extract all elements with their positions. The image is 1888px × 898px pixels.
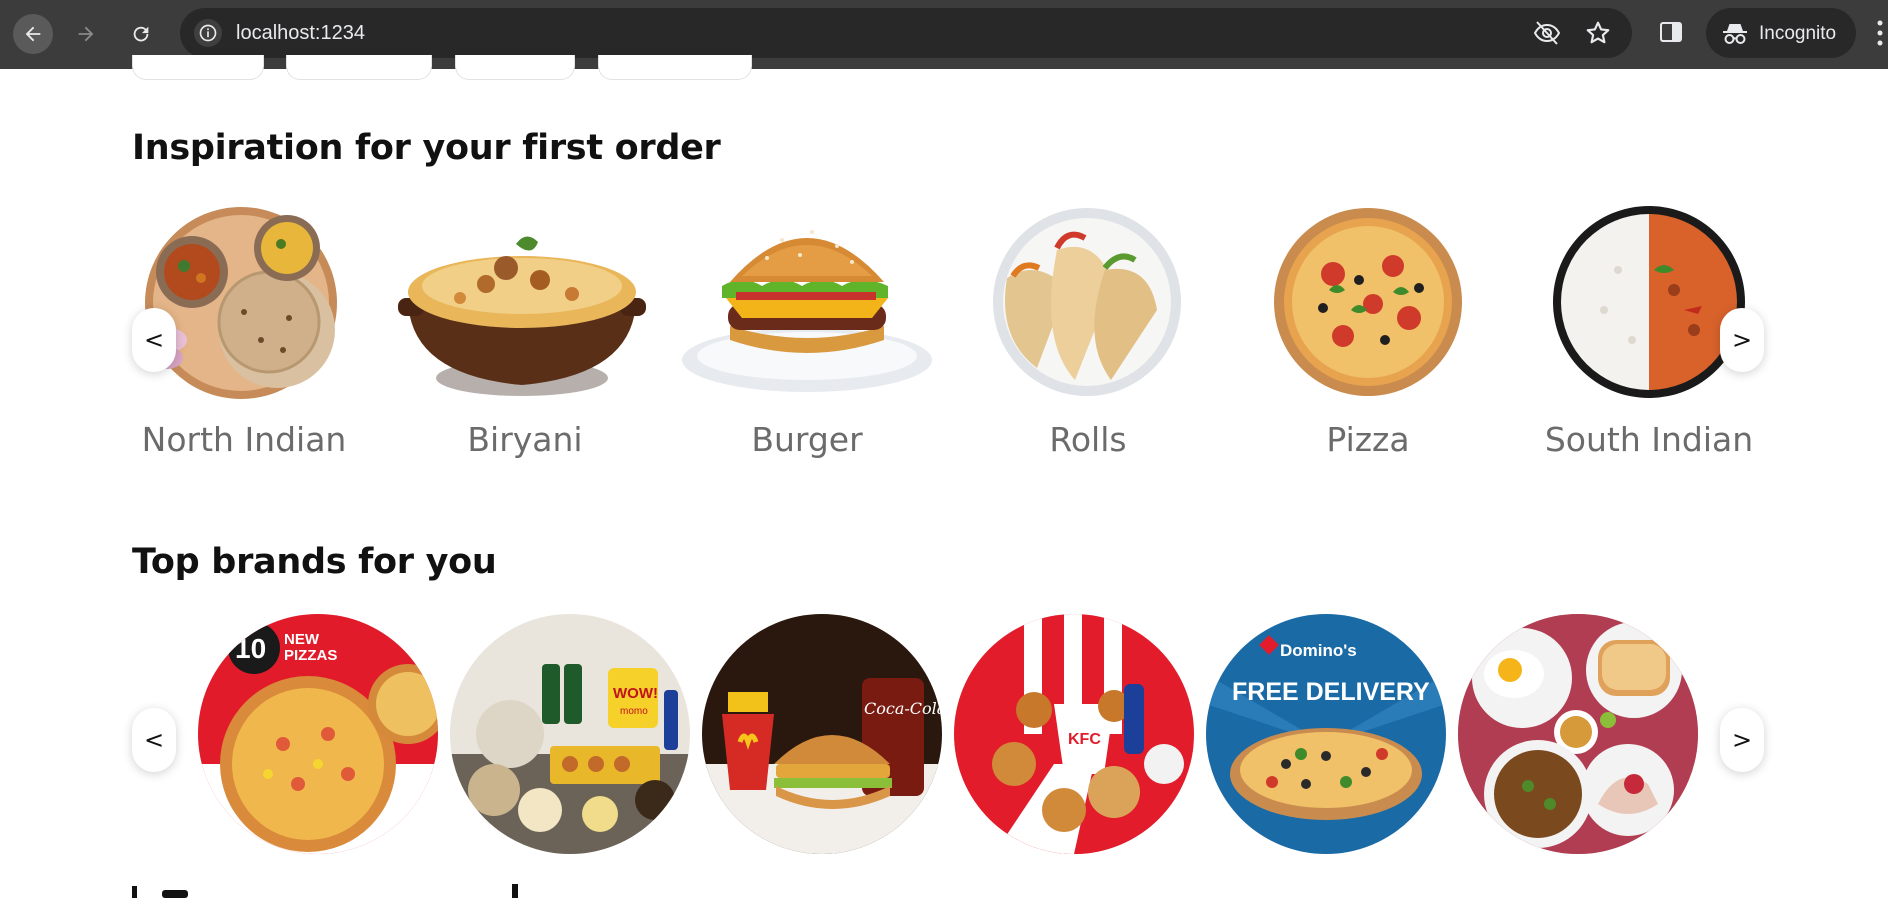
cuisine-pizza[interactable]: Pizza: [1233, 200, 1503, 470]
pizza-hut-badge-number: 10: [235, 633, 266, 664]
inspiration-heading: Inspiration for your first order: [132, 128, 721, 168]
brand-pizza-hut[interactable]: 10 NEW PIZZAS: [198, 614, 438, 854]
back-arrow-icon: [25, 26, 41, 42]
cuisine-label: Pizza: [1326, 420, 1410, 459]
brand-mcdonalds[interactable]: Coca-Cola: [702, 614, 942, 854]
forward-arrow-icon: [78, 26, 94, 42]
cuisine-label: Burger: [751, 420, 863, 459]
browser-toolbar: localhost:1234 Incognito: [0, 0, 1888, 69]
rolls-plate-image: [993, 208, 1181, 396]
brand-wow-momo[interactable]: WOW! momo: [450, 614, 690, 854]
cuisine-burger[interactable]: Burger: [672, 200, 942, 470]
wow-momo-sub: momo: [620, 706, 648, 717]
cuisine-next-button[interactable]: >: [1720, 308, 1764, 372]
pizza-image: [1274, 208, 1462, 396]
cuisine-prev-button[interactable]: <: [132, 308, 176, 372]
reload-button[interactable]: [121, 14, 161, 54]
incognito-indicator[interactable]: Incognito: [1706, 8, 1856, 58]
dominos-promo: FREE DELIVERY: [1232, 678, 1430, 706]
reload-icon: [133, 26, 149, 42]
burger-image: [682, 230, 932, 392]
url-text[interactable]: localhost:1234: [236, 22, 365, 45]
side-panel-icon[interactable]: [1659, 20, 1683, 44]
site-info-icon[interactable]: [194, 19, 222, 47]
menu-dots-icon[interactable]: [1876, 20, 1884, 46]
kfc-bucket-text: KFC: [1068, 731, 1101, 748]
biryani-bowl-image: [398, 236, 646, 396]
dominos-logo: Domino's: [1280, 641, 1357, 660]
pizza-hut-image: 10 NEW PIZZAS: [198, 614, 438, 854]
pizza-hut-badge-line1: NEW: [284, 631, 320, 648]
wow-momo-logo: WOW!: [613, 685, 658, 702]
cuisine-label: Rolls: [1049, 420, 1127, 459]
coke-text: Coca-Cola: [864, 699, 942, 718]
eye-off-icon[interactable]: [1533, 20, 1561, 46]
filter-chip[interactable]: [455, 55, 575, 80]
filter-chip[interactable]: [286, 55, 432, 80]
filter-chip[interactable]: [598, 55, 752, 80]
cuisine-label: Biryani: [467, 420, 583, 459]
mcdonalds-image: Coca-Cola: [702, 614, 942, 854]
filter-chip[interactable]: [132, 55, 264, 80]
address-bar[interactable]: localhost:1234: [180, 8, 1632, 58]
bookmark-star-icon[interactable]: [1585, 20, 1611, 46]
next-section-heading-partial: [132, 878, 552, 898]
back-button[interactable]: [13, 14, 53, 54]
dominos-image: Domino's FREE DELIVERY: [1206, 614, 1446, 854]
incognito-icon: [1723, 24, 1747, 44]
brands-prev-button[interactable]: <: [132, 708, 176, 772]
forward-button[interactable]: [66, 14, 106, 54]
brands-heading: Top brands for you: [132, 542, 497, 582]
breakfast-image: [1458, 614, 1698, 854]
north-indian-thali-image: [145, 207, 337, 399]
brands-next-button[interactable]: >: [1720, 708, 1764, 772]
cuisine-biryani[interactable]: Biryani: [390, 200, 660, 470]
wow-momo-image: WOW! momo: [450, 614, 690, 854]
cuisine-rolls[interactable]: Rolls: [953, 200, 1223, 470]
brand-dominos[interactable]: Domino's FREE DELIVERY: [1206, 614, 1446, 854]
incognito-label: Incognito: [1759, 23, 1837, 44]
brand-kfc[interactable]: KFC: [954, 614, 1194, 854]
cuisine-label: South Indian: [1544, 420, 1754, 459]
pizza-hut-badge-line2: PIZZAS: [284, 647, 337, 664]
brand-breakfast[interactable]: [1458, 614, 1698, 854]
south-indian-plate-image: [1553, 206, 1745, 398]
cuisine-label: North Indian: [141, 420, 347, 459]
kfc-image: KFC: [954, 614, 1194, 854]
